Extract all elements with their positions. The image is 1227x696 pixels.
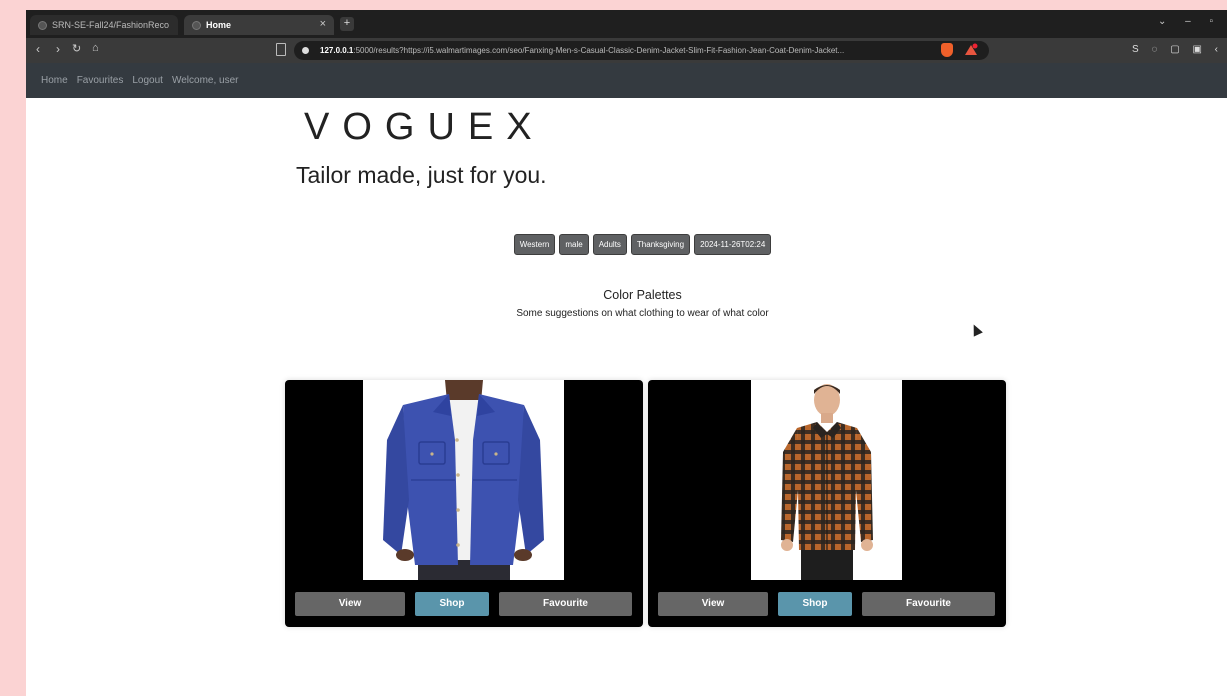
site-navbar: Home Favourites Logout Welcome, user bbox=[26, 63, 1227, 98]
site-info-icon[interactable] bbox=[302, 47, 309, 54]
favourite-button[interactable]: Favourite bbox=[862, 592, 995, 616]
tagline: Tailor made, just for you. bbox=[296, 162, 547, 188]
forward-icon[interactable]: › bbox=[56, 42, 60, 56]
badge-occasion: Thanksgiving bbox=[630, 234, 691, 255]
window-controls[interactable]: ⌄ – ▫ bbox=[1158, 16, 1221, 27]
rewards-icon[interactable] bbox=[964, 43, 978, 56]
browser-toolbar: ‹ › ↻ ⌂ 127.0.0.1:5000/results?https://i… bbox=[26, 38, 1227, 63]
browser-window: SRN-SE-Fall24/FashionReco Home × + ⌄ – ▫… bbox=[26, 10, 1227, 696]
shop-button[interactable]: Shop bbox=[415, 592, 489, 616]
tab-github[interactable]: SRN-SE-Fall24/FashionReco bbox=[30, 15, 178, 35]
denim-jacket-illustration bbox=[363, 380, 564, 580]
extension-icons[interactable]: S ◌ ▢ ▣ ‹ bbox=[1132, 44, 1223, 55]
nav-home-link[interactable]: Home bbox=[41, 75, 68, 86]
view-button[interactable]: View bbox=[658, 592, 768, 616]
tab-home[interactable]: Home × bbox=[184, 15, 334, 35]
product-image-plaid-shirt[interactable] bbox=[751, 380, 902, 580]
view-button[interactable]: View bbox=[295, 592, 405, 616]
url-path: :5000/results?https://i5.walmartimages.c… bbox=[353, 46, 845, 55]
product-image-denim-jacket[interactable] bbox=[363, 380, 564, 580]
github-icon bbox=[38, 20, 47, 30]
close-tab-icon[interactable]: × bbox=[320, 18, 326, 30]
brave-shield-icon[interactable] bbox=[941, 43, 953, 57]
reload-icon[interactable]: ↻ bbox=[72, 42, 81, 55]
palettes-title: Color Palettes bbox=[603, 288, 682, 302]
product-card: View Shop Favourite bbox=[285, 380, 643, 627]
palettes-subtitle: Some suggestions on what clothing to wea… bbox=[516, 308, 769, 319]
badge-timestamp: 2024-11-26T02:24 bbox=[694, 234, 772, 255]
filter-badges: Western male Adults Thanksgiving 2024-11… bbox=[26, 234, 1227, 255]
mouse-cursor-icon bbox=[969, 322, 983, 337]
back-icon[interactable]: ‹ bbox=[36, 42, 40, 56]
badge-age: Adults bbox=[592, 234, 627, 255]
badge-gender: male bbox=[559, 234, 589, 255]
tab-label: Home bbox=[206, 20, 232, 30]
new-tab-button[interactable]: + bbox=[340, 17, 354, 31]
shop-button[interactable]: Shop bbox=[778, 592, 852, 616]
brand-title: VOGUEX bbox=[304, 106, 545, 148]
favourite-button[interactable]: Favourite bbox=[499, 592, 632, 616]
nav-favourites-link[interactable]: Favourites bbox=[77, 75, 124, 86]
product-card: View Shop Favourite bbox=[648, 380, 1006, 627]
tab-label: SRN-SE-Fall24/FashionReco bbox=[52, 20, 170, 30]
badge-style: Western bbox=[513, 234, 556, 255]
loading-icon bbox=[192, 20, 201, 30]
bookmark-icon[interactable] bbox=[276, 43, 286, 56]
welcome-text: Welcome, user bbox=[171, 75, 239, 86]
home-icon[interactable]: ⌂ bbox=[92, 42, 99, 54]
address-bar[interactable]: 127.0.0.1:5000/results?https://i5.walmar… bbox=[294, 41, 989, 60]
nav-logout-link[interactable]: Logout bbox=[132, 75, 163, 86]
url-host: 127.0.0.1 bbox=[320, 46, 354, 55]
tab-strip: SRN-SE-Fall24/FashionReco Home × + ⌄ – ▫ bbox=[26, 10, 1227, 38]
plaid-shirt-illustration bbox=[751, 380, 902, 580]
